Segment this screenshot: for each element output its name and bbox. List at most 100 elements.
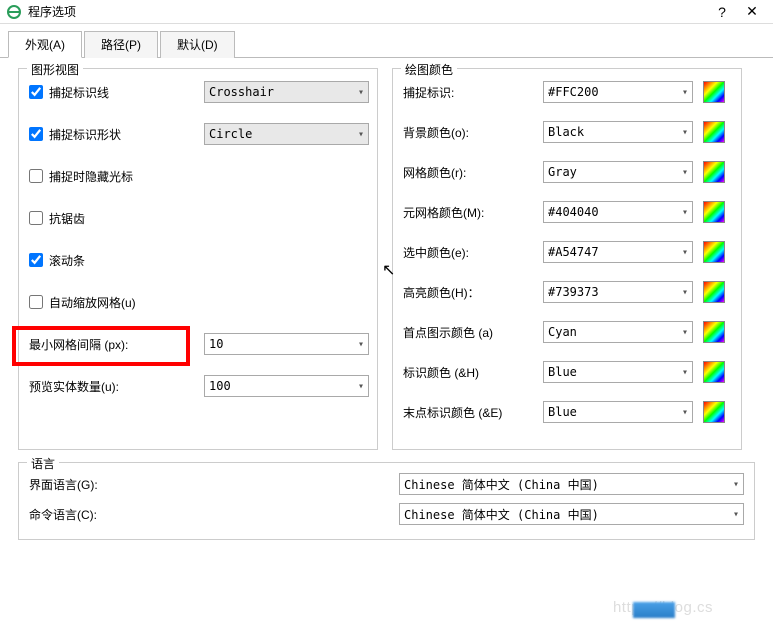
chevron-down-icon: ▾ [682,287,688,298]
color-swatch-button[interactable] [703,241,725,263]
chevron-down-icon: ▾ [682,367,688,378]
select-value: #404040 [548,205,599,219]
select-value: Chinese 简体中文 (China 中国) [404,506,599,523]
chk-scrollbar[interactable]: 滚动条 [29,252,204,269]
color-row: 网格颜色(r):Gray▾ [403,159,733,185]
chk-antialias[interactable]: 抗锯齿 [29,210,204,227]
color-row: 背景颜色(o): Black ▾ [403,119,733,145]
color-select[interactable]: Cyan ▾ [543,321,693,343]
chk-auto-zoom-grid[interactable]: 自动缩放网格(u) [29,294,204,311]
decorative-band [633,602,675,618]
graphics-view-group: 图形视图 捕捉标识线 Crosshair ▾ 捕捉标识形状 Circle ▾ [18,68,378,450]
tab-label: 外观(A) [25,38,65,52]
shape-select[interactable]: Circle ▾ [204,123,369,145]
chk-label: 滚动条 [49,252,85,269]
preview-count-label: 预览实体数量(u): [29,378,204,395]
chk-label: 捕捉标识形状 [49,126,121,143]
chk-label: 抗锯齿 [49,210,85,227]
color-label: 捕捉标识: [403,84,543,101]
chevron-down-icon: ▾ [358,129,364,140]
chevron-down-icon: ▾ [682,207,688,218]
cmd-lang-label: 命令语言(C): [29,506,399,523]
ui-lang-select[interactable]: Chinese 简体中文 (China 中国) ▾ [399,473,744,495]
select-value: Black [548,125,584,139]
color-label: 首点图示颜色 (a) [403,324,543,341]
chk-input[interactable] [29,85,43,99]
select-value: Circle [209,127,252,141]
select-value: #739373 [548,285,599,299]
chevron-down-icon: ▾ [682,87,688,98]
chevron-down-icon: ▾ [358,339,364,350]
chevron-down-icon: ▾ [358,87,364,98]
draw-colors-group: 绘图颜色 捕捉标识:#FFC200▾背景颜色(o):Black▾网格颜色(r):… [392,68,742,450]
chk-input[interactable] [29,295,43,309]
color-row: 捕捉标识: #FFC200 ▾ [403,79,733,105]
color-swatch-button[interactable] [703,361,725,383]
color-row: 高亮颜色(H)：#739373▾ [403,279,733,305]
select-value: Gray [548,165,577,179]
color-swatch-button[interactable] [703,201,725,223]
select-value: Blue [548,365,577,379]
chk-label: 自动缩放网格(u) [49,294,136,311]
color-select[interactable]: Black ▾ [543,121,693,143]
crosshair-select[interactable]: Crosshair ▾ [204,81,369,103]
group-legend: 图形视图 [27,61,83,78]
color-select[interactable]: Gray▾ [543,161,693,183]
select-value: Chinese 简体中文 (China 中国) [404,476,599,493]
color-select[interactable]: Blue ▾ [543,361,693,383]
chk-input[interactable] [29,127,43,141]
color-select[interactable]: #A54747▾ [543,241,693,263]
chevron-down-icon: ▾ [682,127,688,138]
color-swatch-button[interactable] [703,81,725,103]
tab-paths[interactable]: 路径(P) [84,31,158,58]
group-legend: 语言 [27,455,59,472]
close-button[interactable]: ✕ [737,3,767,20]
chk-capture-id-lines[interactable]: 捕捉标识线 [29,84,204,101]
tab-defaults[interactable]: 默认(D) [160,31,235,58]
min-grid-label: 最小网格间隔 (px): [29,336,204,353]
select-value: 100 [209,379,231,393]
color-row: 标识颜色 (&H) Blue ▾ [403,359,733,385]
cmd-lang-select[interactable]: Chinese 简体中文 (China 中国) ▾ [399,503,744,525]
color-swatch-button[interactable] [703,401,725,423]
titlebar: 程序选项 ? ✕ [0,0,773,24]
color-select[interactable]: Blue▾ [543,401,693,423]
color-label: 网格颜色(r): [403,164,543,181]
group-legend: 绘图颜色 [401,61,457,78]
chevron-down-icon: ▾ [682,327,688,338]
chk-input[interactable] [29,253,43,267]
chk-input[interactable] [29,211,43,225]
chevron-down-icon: ▾ [733,479,739,490]
select-value: 10 [209,337,223,351]
select-value: Cyan [548,325,577,339]
preview-count-select[interactable]: 100 ▾ [204,375,369,397]
color-select[interactable]: #404040 ▾ [543,201,693,223]
tab-appearance[interactable]: 外观(A) [8,31,82,58]
color-label: 元网格颜色(M): [403,204,543,221]
color-row: 选中颜色(e):#A54747▾ [403,239,733,265]
chevron-down-icon: ▾ [733,509,739,520]
color-swatch-button[interactable] [703,161,725,183]
tab-label: 路径(P) [101,38,141,52]
color-swatch-button[interactable] [703,281,725,303]
language-group: 语言 界面语言(G): Chinese 简体中文 (China 中国) ▾ 命令… [18,462,755,540]
chk-input[interactable] [29,169,43,183]
help-button[interactable]: ? [707,4,737,20]
chevron-down-icon: ▾ [682,407,688,418]
tab-label: 默认(D) [177,38,218,52]
chk-hide-cursor[interactable]: 捕捉时隐藏光标 [29,168,204,185]
color-swatch-button[interactable] [703,121,725,143]
color-label: 选中颜色(e): [403,244,543,261]
color-label: 标识颜色 (&H) [403,364,543,381]
min-grid-select[interactable]: 10 ▾ [204,333,369,355]
color-select[interactable]: #739373 ▾ [543,281,693,303]
chk-capture-id-shape[interactable]: 捕捉标识形状 [29,126,204,143]
color-row: 末点标识颜色 (&E)Blue▾ [403,399,733,425]
chevron-down-icon: ▾ [358,381,364,392]
select-value: Crosshair [209,85,274,99]
color-swatch-button[interactable] [703,321,725,343]
color-label: 背景颜色(o): [403,124,543,141]
select-value: #FFC200 [548,85,599,99]
color-row: 元网格颜色(M): #404040 ▾ [403,199,733,225]
color-select[interactable]: #FFC200 ▾ [543,81,693,103]
